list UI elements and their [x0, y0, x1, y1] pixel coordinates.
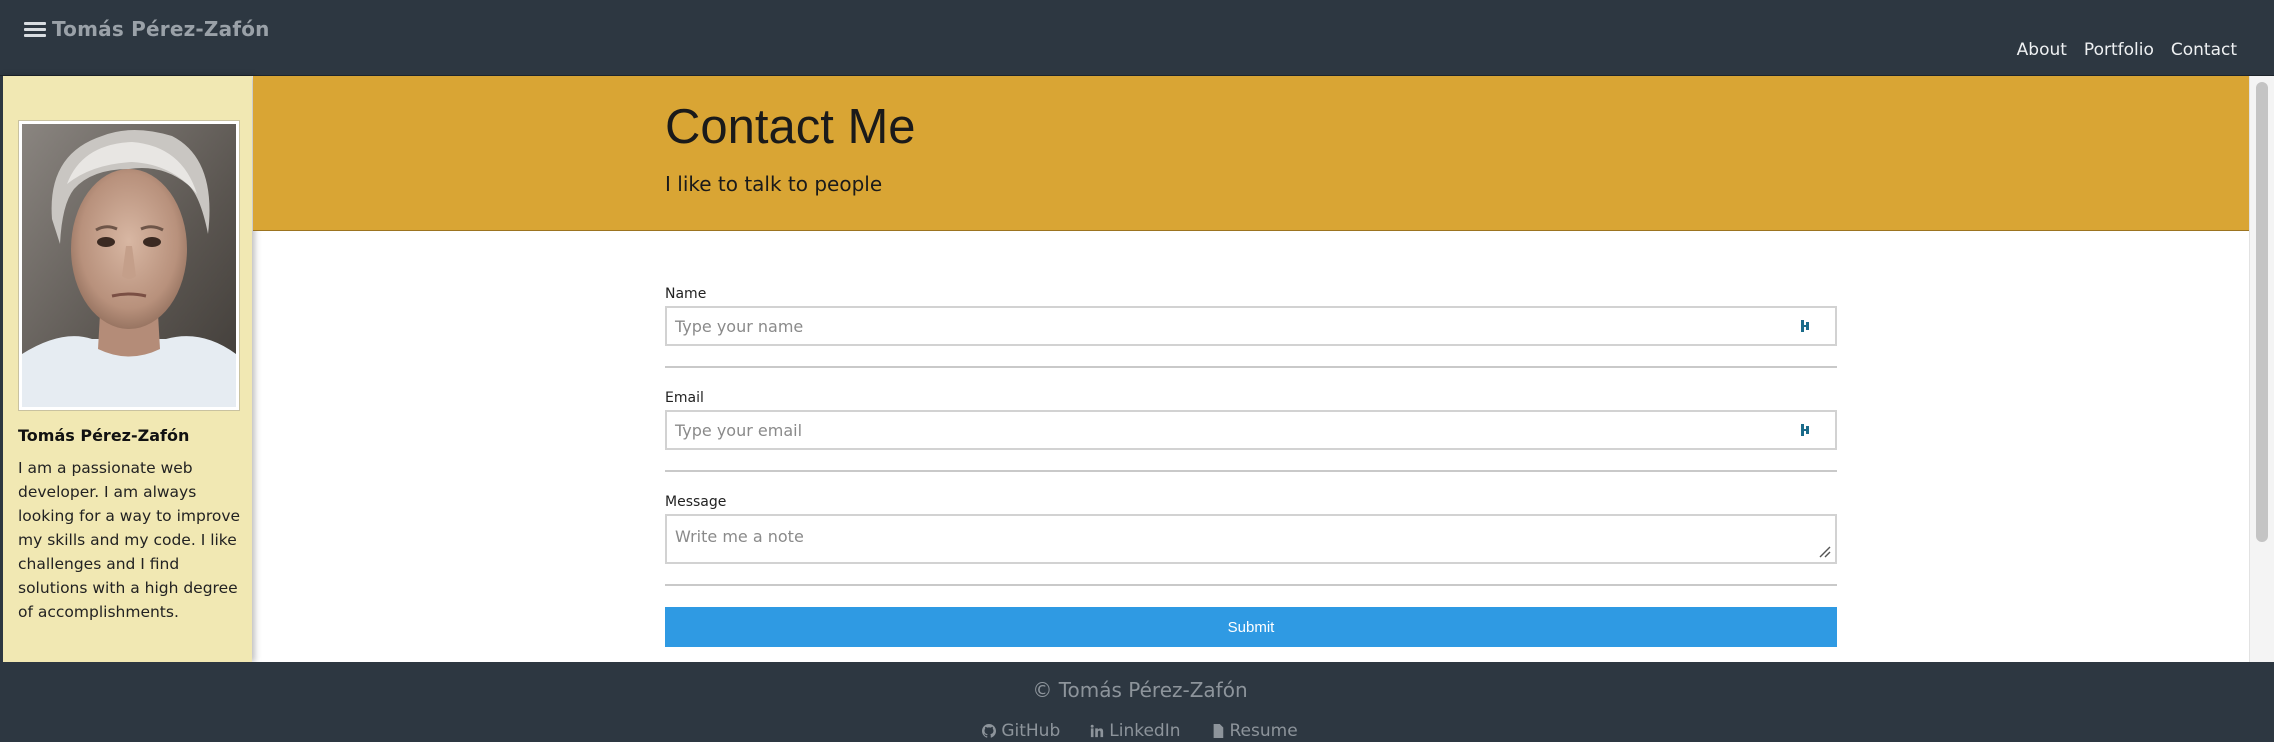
resize-handle-icon[interactable]: [1819, 546, 1831, 558]
profile-photo-frame: [18, 120, 240, 411]
nav-links: About Portfolio Contact: [2017, 40, 2237, 60]
linkedin-icon: [1090, 724, 1104, 738]
top-navbar: Tomás Pérez-Zafón About Portfolio Contac…: [0, 0, 2274, 76]
password-manager-icon[interactable]: [1801, 423, 1811, 437]
profile-sidebar: Tomás Pérez-Zafón I am a passionate web …: [0, 76, 252, 662]
nav-link-contact[interactable]: Contact: [2171, 40, 2237, 60]
name-field[interactable]: Type your name: [665, 306, 1837, 346]
brand-group: Tomás Pérez-Zafón: [24, 17, 270, 41]
hamburger-menu-icon[interactable]: [24, 20, 46, 38]
email-label: Email: [665, 390, 704, 406]
profile-photo: [22, 124, 236, 407]
footer-links: GitHub LinkedIn Resume: [3, 721, 2274, 741]
name-divider: [665, 366, 1837, 368]
name-placeholder: Type your name: [675, 316, 804, 336]
footer-link-resume-label: Resume: [1229, 721, 1298, 741]
contact-hero: Contact Me I like to talk to people: [253, 76, 2249, 231]
page-footer: © Tomás Pérez-Zafón GitHub LinkedIn Resu…: [0, 662, 2274, 742]
message-label: Message: [665, 494, 727, 510]
footer-link-linkedin[interactable]: LinkedIn: [1090, 721, 1181, 741]
page-title: Contact Me: [665, 100, 916, 154]
footer-link-linkedin-label: LinkedIn: [1109, 721, 1181, 741]
footer-copyright: © Tomás Pérez-Zafón: [1032, 678, 1248, 702]
page-subtitle: I like to talk to people: [665, 172, 883, 196]
message-field[interactable]: Write me a note: [665, 514, 1837, 564]
profile-name: Tomás Pérez-Zafón: [18, 426, 190, 445]
footer-link-github[interactable]: GitHub: [982, 721, 1060, 741]
scrollbar-thumb[interactable]: [2256, 82, 2268, 542]
vertical-scrollbar[interactable]: [2249, 76, 2274, 662]
email-field[interactable]: Type your email: [665, 410, 1837, 450]
email-divider: [665, 470, 1837, 472]
password-manager-icon[interactable]: [1801, 319, 1811, 333]
footer-link-resume[interactable]: Resume: [1211, 721, 1298, 741]
github-icon: [982, 724, 997, 738]
name-label: Name: [665, 286, 707, 302]
nav-link-portfolio[interactable]: Portfolio: [2084, 40, 2154, 60]
submit-button[interactable]: Submit: [665, 607, 1837, 647]
brand-link[interactable]: Tomás Pérez-Zafón: [52, 17, 270, 41]
footer-link-github-label: GitHub: [1001, 721, 1061, 741]
message-divider: [665, 584, 1837, 586]
email-placeholder: Type your email: [675, 420, 803, 440]
nav-link-about[interactable]: About: [2017, 40, 2067, 60]
file-icon: [1213, 724, 1223, 738]
message-placeholder: Write me a note: [675, 527, 804, 546]
profile-bio: I am a passionate web developer. I am al…: [18, 459, 241, 621]
